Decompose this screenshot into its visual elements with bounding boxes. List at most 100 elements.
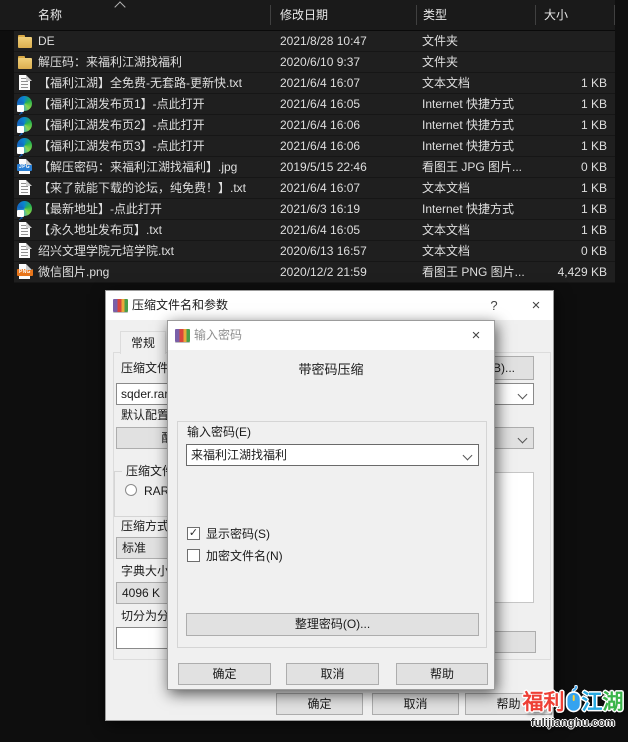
column-header-date[interactable]: 修改日期 [271, 0, 417, 30]
fulijianghu-watermark: 福 利 江 湖 fulijianghu.com [518, 686, 628, 729]
file-name: 【福利江湖】全免费-无套路-更新快.txt [38, 73, 273, 93]
rar-radio-label[interactable]: RAR [144, 484, 169, 498]
file-date: 2021/6/4 16:05 [280, 220, 416, 240]
help-button[interactable]: 帮助 [396, 663, 488, 685]
file-size: 0 KB [494, 157, 607, 177]
enter-password-label: 输入密码(E) [187, 425, 251, 439]
shortcut-arrow-icon [17, 210, 24, 217]
file-size: 1 KB [494, 199, 607, 219]
file-date: 2021/6/3 16:19 [280, 199, 416, 219]
file-size: 1 KB [494, 73, 607, 93]
file-row[interactable]: 【最新地址】-点此打开 2021/6/3 16:19 Internet 快捷方式… [14, 199, 615, 220]
encrypt-filenames-checkbox[interactable]: 加密文件名(N) [187, 549, 283, 563]
close-icon[interactable]: × [526, 291, 546, 320]
file-name: 【福利江湖发布页2】-点此打开 [38, 115, 273, 135]
checkbox-box[interactable]: ✓ [187, 527, 200, 540]
shortcut-arrow-icon [17, 126, 24, 133]
brand-char: 湖 [603, 690, 624, 716]
file-row[interactable]: JPG 【解压密码：来福利江湖找福利】.jpg 2019/5/15 22:46 … [14, 157, 615, 178]
jpg-file-icon: JPG [17, 159, 33, 175]
file-row[interactable]: 绍兴文理学院元培学院.txt 2020/6/13 16:57 文本文档 0 KB [14, 241, 615, 262]
file-size: 0 KB [494, 241, 607, 261]
brand-char: 利 [544, 690, 565, 716]
brand-char: 福 [523, 690, 544, 716]
file-date: 2020/6/10 9:37 [280, 52, 416, 72]
rar-radio[interactable] [125, 484, 137, 496]
help-icon[interactable]: ? [484, 291, 504, 320]
column-header-size[interactable]: 大小 [536, 0, 615, 30]
file-size: 1 KB [494, 115, 607, 135]
desktop-screen: 名称 修改日期 类型 大小 DE 2021/8/28 10:47 文件夹 解压码… [0, 0, 628, 742]
file-date: 2021/6/4 16:06 [280, 115, 416, 135]
file-size: 1 KB [494, 136, 607, 156]
file-size: 1 KB [494, 178, 607, 198]
dictionary-size-value: 4096 K [122, 586, 160, 600]
password-input[interactable]: 来福利江湖找福利 [186, 444, 479, 466]
password-dialog-heading: 带密码压缩 [168, 359, 494, 378]
file-row[interactable]: 【福利江湖发布页2】-点此打开 2021/6/4 16:06 Internet … [14, 115, 615, 136]
chevron-down-icon[interactable] [518, 390, 528, 400]
png-file-icon: PNG [17, 264, 33, 280]
file-row[interactable]: PNG 微信图片.png 2020/12/2 21:59 看图王 PNG 图片.… [14, 262, 615, 283]
winrar-icon [175, 329, 190, 342]
show-password-checkbox[interactable]: ✓ 显示密码(S) [187, 527, 270, 541]
file-row[interactable]: DE 2021/8/28 10:47 文件夹 [14, 31, 615, 52]
file-date: 2021/8/28 10:47 [280, 31, 416, 51]
password-dialog: 输入密码 × 带密码压缩 输入密码(E) 来福利江湖找福利 ✓ 显示密码(S) … [167, 320, 495, 690]
archive-dialog-titlebar[interactable]: 压缩文件名和参数 ? × [106, 291, 553, 320]
file-name: 解压码：来福利江湖找福利 [38, 52, 273, 72]
archive-name-value: sqder.rar [121, 387, 168, 401]
column-header-type[interactable]: 类型 [417, 0, 536, 30]
brand-char: 江 [582, 690, 603, 716]
file-list: DE 2021/8/28 10:47 文件夹 解压码：来福利江湖找福利 2020… [0, 31, 628, 283]
txt-file-icon [17, 243, 33, 259]
file-name: 【福利江湖发布页3】-点此打开 [38, 136, 273, 156]
cancel-button[interactable]: 取消 [372, 693, 459, 715]
folder-file-icon [17, 54, 33, 70]
file-list-right-gutter [615, 0, 628, 283]
txt-file-icon [17, 222, 33, 238]
file-row[interactable]: 【福利江湖发布页1】-点此打开 2021/6/4 16:05 Internet … [14, 94, 615, 115]
file-size [494, 31, 607, 51]
show-password-label: 显示密码(S) [206, 527, 270, 541]
organize-passwords-button[interactable]: 整理密码(O)... [186, 613, 479, 636]
password-dialog-titlebar[interactable]: 输入密码 × [168, 321, 494, 350]
file-row[interactable]: 【福利江湖发布页3】-点此打开 2021/6/4 16:06 Internet … [14, 136, 615, 157]
file-name: 【解压密码：来福利江湖找福利】.jpg [38, 157, 273, 177]
file-date: 2019/5/15 22:46 [280, 157, 416, 177]
edge-file-icon [17, 138, 33, 154]
file-size: 4,429 KB [494, 262, 607, 282]
file-size: 1 KB [494, 94, 607, 114]
cancel-button[interactable]: 取消 [286, 663, 379, 685]
ok-button[interactable]: 确定 [178, 663, 271, 685]
file-date: 2021/6/4 16:07 [280, 178, 416, 198]
encrypt-filenames-label: 加密文件名(N) [206, 549, 283, 563]
watermark-brand: 福 利 江 湖 [518, 686, 628, 719]
password-value: 来福利江湖找福利 [191, 448, 287, 462]
file-row[interactable]: 【永久地址发布页】.txt 2021/6/4 16:05 文本文档 1 KB [14, 220, 615, 241]
file-name: 【福利江湖发布页1】-点此打开 [38, 94, 273, 114]
file-size [494, 52, 607, 72]
file-date: 2021/6/4 16:07 [280, 73, 416, 93]
archive-dialog-title: 压缩文件名和参数 [132, 291, 228, 320]
file-name: 【永久地址发布页】.txt [38, 220, 273, 240]
close-icon[interactable]: × [466, 321, 486, 350]
edge-file-icon [17, 117, 33, 133]
ok-button[interactable]: 确定 [276, 693, 363, 715]
file-date: 2020/12/2 21:59 [280, 262, 416, 282]
txt-file-icon [17, 180, 33, 196]
tab-general[interactable]: 常规 [120, 331, 166, 354]
file-size: 1 KB [494, 220, 607, 240]
txt-file-icon [17, 75, 33, 91]
checkbox-box[interactable] [187, 549, 200, 562]
column-header-name[interactable]: 名称 [0, 0, 271, 30]
chevron-down-icon[interactable] [463, 451, 473, 461]
password-dialog-title: 输入密码 [194, 321, 242, 350]
file-name: 绍兴文理学院元培学院.txt [38, 241, 273, 261]
file-row[interactable]: 解压码：来福利江湖找福利 2020/6/10 9:37 文件夹 [14, 52, 615, 73]
folder-file-icon [17, 33, 33, 49]
file-name: DE [38, 31, 273, 51]
file-row[interactable]: 【来了就能下载的论坛，纯免费！】.txt 2021/6/4 16:07 文本文档… [14, 178, 615, 199]
file-row[interactable]: 【福利江湖】全免费-无套路-更新快.txt 2021/6/4 16:07 文本文… [14, 73, 615, 94]
watermark-domain: fulijianghu.com [518, 717, 628, 729]
